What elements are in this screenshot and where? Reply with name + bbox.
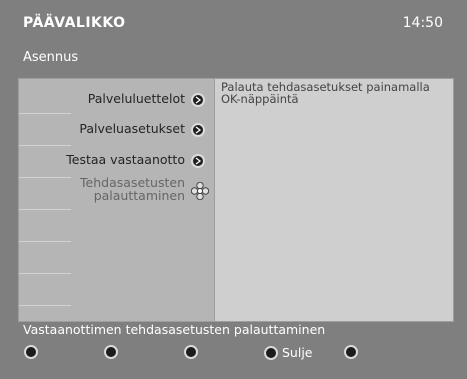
menu-separator <box>19 177 71 178</box>
clock: 14:50 <box>402 15 443 31</box>
right-arrow-icon <box>191 92 205 107</box>
close-button[interactable]: Sulje <box>264 345 313 360</box>
info-text: Palauta tehdasasetukset painamalla OK-nä… <box>221 80 430 107</box>
cross-navigation-icon <box>190 181 210 201</box>
footer-button-2[interactable] <box>104 345 122 359</box>
menu-item-palveluluettelot[interactable]: Palveluluettelot <box>87 91 205 107</box>
right-arrow-icon <box>191 122 205 137</box>
menu-separator <box>19 145 71 146</box>
menu-separator <box>19 113 71 114</box>
section-title: Asennus <box>23 50 79 65</box>
menu-item-label: Testaa vastaanotto <box>66 152 185 167</box>
menu-separator <box>19 209 71 210</box>
button-dot-icon <box>184 345 198 359</box>
menu-item-label: Tehdasasetusten palauttaminen <box>80 176 185 202</box>
button-dot-icon <box>104 345 118 359</box>
menu-item-label: Palveluluettelot <box>87 91 185 106</box>
info-panel: Palauta tehdasasetukset painamalla OK-nä… <box>214 78 454 322</box>
status-text: Vastaanottimen tehdasasetusten palauttam… <box>23 322 326 337</box>
menu-item-label-line2: palauttaminen <box>93 188 185 204</box>
footer-button-5[interactable] <box>344 345 362 359</box>
footer-button-bar: Sulje <box>0 345 467 365</box>
menu-separator <box>19 273 71 274</box>
footer-button-1[interactable] <box>24 345 42 359</box>
close-button-label: Sulje <box>282 345 313 360</box>
menu-item-testaa-vastaanotto[interactable]: Testaa vastaanotto <box>66 152 205 168</box>
footer-button-3[interactable] <box>184 345 202 359</box>
menu-panel: Palveluluettelot Palveluasetukset Testaa… <box>18 78 216 322</box>
page-title: PÄÄVALIKKO <box>23 15 126 31</box>
menu-item-label: Palveluasetukset <box>79 121 185 136</box>
button-dot-icon <box>264 345 278 360</box>
right-arrow-icon <box>191 153 205 168</box>
menu-item-tehdasasetusten-palauttaminen[interactable]: Tehdasasetusten palauttaminen <box>80 176 210 202</box>
button-dot-icon <box>24 345 38 359</box>
menu-separator <box>19 305 71 306</box>
menu-item-palveluasetukset[interactable]: Palveluasetukset <box>79 121 205 137</box>
menu-separator <box>19 241 71 242</box>
button-dot-icon <box>344 345 358 359</box>
